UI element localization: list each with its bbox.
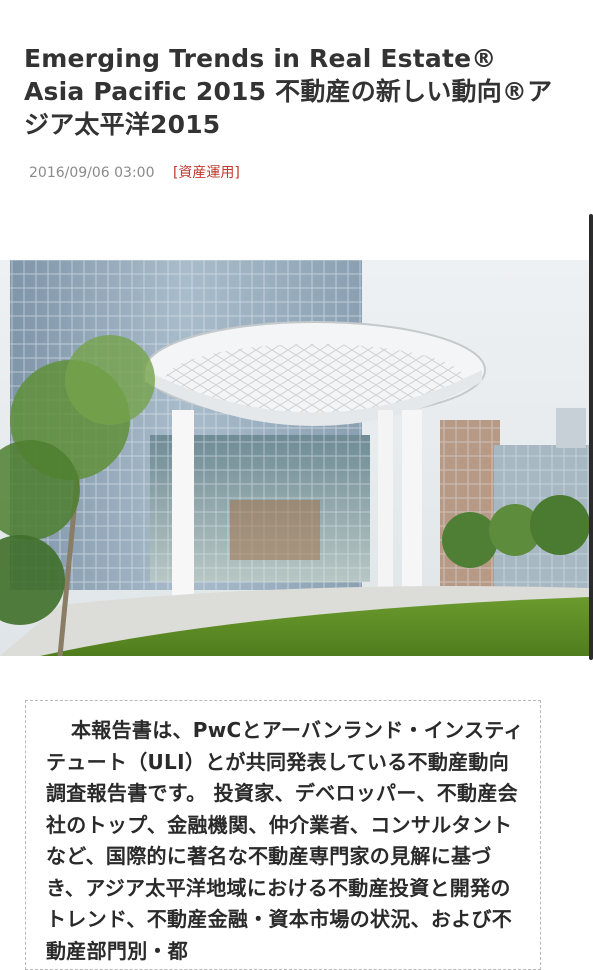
- article-meta: 2016/09/06 03:00 [資産運用]: [29, 162, 240, 182]
- category-link[interactable]: [資産運用]: [173, 165, 240, 181]
- scrollbar[interactable]: [589, 214, 593, 660]
- hero-image: [0, 260, 589, 656]
- article-body: 本報告書は、PwCとアーバンランド・インスティテュート（ULI）とが共同発表して…: [25, 700, 541, 970]
- publish-date: 2016/09/06 03:00: [29, 165, 155, 181]
- building-photo: [0, 260, 589, 656]
- article-title: Emerging Trends in Real Estate® Asia Pac…: [24, 44, 553, 139]
- article-paragraph: 本報告書は、PwCとアーバンランド・インスティテュート（ULI）とが共同発表して…: [46, 718, 524, 963]
